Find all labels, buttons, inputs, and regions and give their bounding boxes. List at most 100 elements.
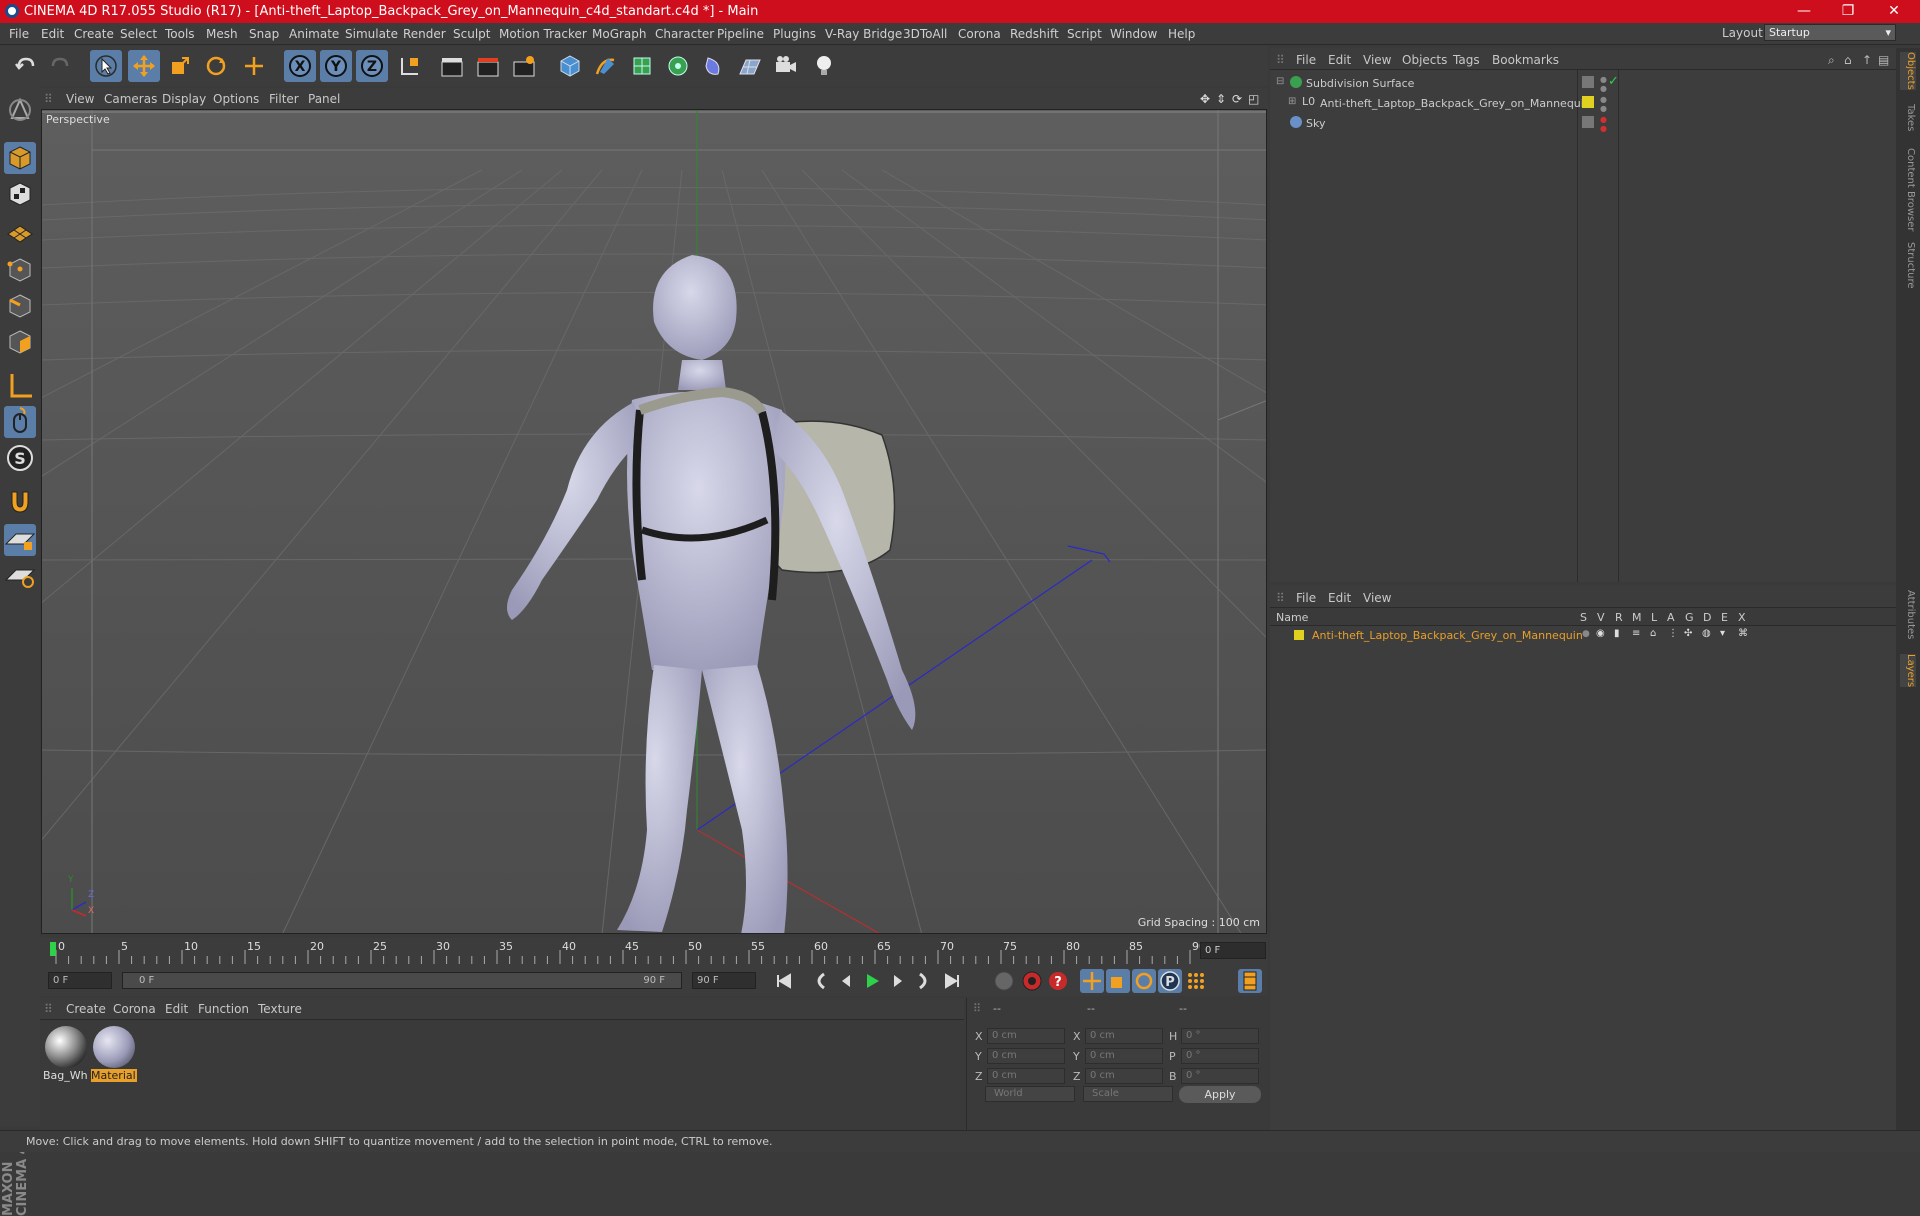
animation-toggle-icon[interactable]: ⋮ [1668,628,1678,639]
previous-frame-button[interactable] [834,969,858,993]
tab-takes[interactable]: Takes [1900,104,1916,131]
playhead-marker[interactable] [50,942,56,956]
column-generators[interactable]: G [1685,611,1694,624]
deformer-toggle-icon[interactable]: ◍ [1702,628,1711,639]
autokeying-button[interactable] [1020,969,1044,993]
add-nurbs-button[interactable] [626,50,658,82]
material-drag-handle-icon[interactable]: ⠿ [44,1002,53,1016]
viewport-menu-view[interactable]: View [66,92,94,106]
objects-menu-tags[interactable]: Tags [1453,53,1480,67]
column-solo[interactable]: S [1580,611,1587,624]
tab-structure[interactable]: Structure [1900,242,1916,289]
column-xref[interactable]: X [1738,611,1746,624]
menu-select[interactable]: Select [120,27,157,41]
visibility-dots-icon[interactable]: ● ● [1600,95,1607,113]
material-menu-corona[interactable]: Corona [113,1002,156,1016]
tab-objects[interactable]: Objects [1900,52,1916,90]
home-icon[interactable]: ⌂ [1844,53,1852,67]
column-locked[interactable]: L [1651,611,1657,624]
menu-character[interactable]: Character [655,27,714,41]
next-frame-button[interactable] [886,969,910,993]
redo-button[interactable] [44,50,76,82]
menu-animate[interactable]: Animate [289,27,339,41]
layers-menu-edit[interactable]: Edit [1328,591,1351,605]
tab-layers[interactable]: Layers [1900,654,1916,688]
texture-mode-button[interactable] [4,178,36,210]
menu-motion-tracker[interactable]: Motion Tracker [499,27,587,41]
menu-tools[interactable]: Tools [165,27,195,41]
object-row-subdivision-surface[interactable]: ⊟ Subdivision Surface ● ● ✓ [1270,74,1896,94]
position-x-field[interactable]: 0 cm [987,1028,1065,1044]
tab-attributes[interactable]: Attributes [1900,590,1916,639]
tab-content-browser[interactable]: Content Browser [1900,148,1916,231]
visibility-dots-icon[interactable]: ● ● [1600,75,1607,93]
enabled-check-icon[interactable]: ✓ [1608,74,1619,89]
add-deformer-button[interactable] [698,50,730,82]
previous-key-button[interactable] [808,969,832,993]
keyframe-selection-button[interactable]: ? [1046,969,1070,993]
polygons-mode-button[interactable] [4,326,36,358]
perspective-viewport[interactable]: Y Z X Perspective Grid Spacing : 100 cm [41,109,1267,934]
menu-redshift[interactable]: Redshift [1010,27,1059,41]
z-axis-lock[interactable]: Z [356,50,388,82]
menu-create[interactable]: Create [74,27,114,41]
material-menu-create[interactable]: Create [66,1002,106,1016]
close-button[interactable]: ✕ [1872,0,1916,23]
menu-pipeline[interactable]: Pipeline [717,27,764,41]
material-menu-texture[interactable]: Texture [258,1002,302,1016]
maximize-button[interactable]: ❐ [1826,0,1870,23]
view-toggle-icon[interactable]: ◉ [1596,628,1605,639]
objects-menu-edit[interactable]: Edit [1328,53,1351,67]
expand-icon[interactable]: ⊞ [1288,96,1296,107]
viewport-maximize-icon[interactable]: ◰ [1248,92,1259,106]
menu-window[interactable]: Window [1110,27,1157,41]
x-axis-lock[interactable]: X [284,50,316,82]
layout-dropdown[interactable]: Startup ▾ [1764,24,1896,41]
add-camera-button[interactable] [770,50,802,82]
rotation-h-field[interactable]: 0 ° [1181,1028,1259,1044]
apply-button[interactable]: Apply [1179,1086,1261,1103]
column-name[interactable]: Name [1276,611,1308,624]
add-environment-button[interactable] [734,50,766,82]
menu-script[interactable]: Script [1067,27,1102,41]
search-icon[interactable]: ⌕ [1828,53,1835,68]
objects-drag-handle-icon[interactable]: ⠿ [1276,53,1285,67]
key-parameter-button[interactable]: P [1158,969,1182,993]
coordinates-drag-handle-icon[interactable]: ⠿ [973,1002,981,1015]
edges-mode-button[interactable] [4,290,36,322]
render-toggle-icon[interactable]: ▮ [1614,628,1620,639]
expression-toggle-icon[interactable]: ▾ [1720,628,1725,639]
rotation-b-field[interactable]: 0 ° [1181,1068,1259,1084]
menu-vray-bridge[interactable]: V-Ray Bridge [825,27,902,41]
menu-sculpt[interactable]: Sculpt [453,27,490,41]
viewport-menu-filter[interactable]: Filter [269,92,299,106]
layers-drag-handle-icon[interactable]: ⠿ [1276,591,1285,605]
tweak-mode-button[interactable] [4,406,36,438]
viewport-menu-panel[interactable]: Panel [308,92,340,106]
layer-tag-icon[interactable] [1582,116,1594,128]
menu-simulate[interactable]: Simulate [345,27,398,41]
start-frame-field[interactable]: 0 F [48,972,112,989]
add-light-button[interactable] [808,50,840,82]
viewport-pan-icon[interactable]: ✥ [1200,92,1210,106]
solo-mode-button[interactable]: S [4,442,36,474]
size-mode-dropdown[interactable]: Scale [1083,1086,1173,1102]
size-z-field[interactable]: 0 cm [1085,1068,1163,1084]
make-editable-button[interactable] [4,94,36,126]
menu-file[interactable]: File [9,27,29,41]
points-mode-button[interactable] [4,254,36,286]
layer-color-icon[interactable] [1294,630,1304,640]
axis-mode-button[interactable] [4,370,36,402]
column-animation[interactable]: A [1667,611,1675,624]
lock-toggle-icon[interactable]: ⌂ [1650,628,1656,639]
objects-menu-bookmarks[interactable]: Bookmarks [1492,53,1559,67]
render-view-button[interactable] [436,50,468,82]
collapse-icon[interactable]: ⊟ [1276,76,1284,87]
object-row-backpack[interactable]: ⊞ L0 Anti-theft_Laptop_Backpack_Grey_on_… [1270,94,1896,114]
coordinate-system-button[interactable] [394,50,426,82]
add-array-button[interactable] [662,50,694,82]
y-axis-lock[interactable]: Y [320,50,352,82]
planar-workplane-button[interactable] [4,560,36,592]
material-menu-edit[interactable]: Edit [165,1002,188,1016]
size-x-field[interactable]: 0 cm [1085,1028,1163,1044]
